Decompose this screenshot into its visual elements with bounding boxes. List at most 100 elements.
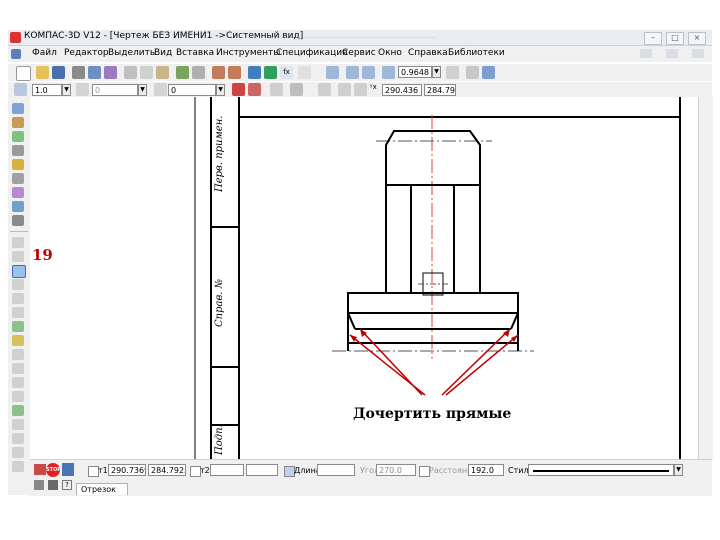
- layer-dropdown-icon[interactable]: ▼: [138, 84, 147, 96]
- snap-icon[interactable]: [248, 83, 261, 96]
- menu-help[interactable]: Справка: [408, 48, 448, 58]
- palette-measure-icon[interactable]: [12, 173, 24, 184]
- paste-icon[interactable]: [156, 66, 169, 79]
- bezier-tool-icon[interactable]: [12, 349, 24, 360]
- drawing-canvas[interactable]: Перв. примен. Справ. № Подп. 19 Дочертит…: [30, 97, 698, 459]
- distance-field[interactable]: 192.0: [468, 464, 504, 476]
- cursor-x-field[interactable]: 290.436: [382, 84, 422, 96]
- step-field[interactable]: 1.0: [32, 84, 62, 96]
- copy-icon[interactable]: [140, 66, 153, 79]
- redo-icon[interactable]: [228, 66, 241, 79]
- zoom-in-icon[interactable]: [346, 66, 359, 79]
- palette-selection-icon[interactable]: [12, 187, 24, 198]
- zoom-window-icon[interactable]: [326, 66, 339, 79]
- menu-tools[interactable]: Инструменты: [216, 48, 280, 58]
- auxiliary-line-icon[interactable]: [12, 251, 24, 262]
- cursor-y-field[interactable]: 284.79: [424, 84, 456, 96]
- polygon-tool-icon[interactable]: [12, 405, 24, 416]
- t2-y-field[interactable]: [246, 464, 278, 476]
- fx-icon[interactable]: fx: [280, 66, 293, 79]
- tab-segment[interactable]: Отрезок: [76, 483, 128, 495]
- contour-tool-icon[interactable]: [12, 433, 24, 444]
- new-document-icon[interactable]: [16, 66, 31, 81]
- line-style-dropdown-icon[interactable]: ▼: [674, 464, 683, 476]
- menu-editor[interactable]: Редактор: [64, 48, 109, 58]
- print-icon[interactable]: [72, 66, 85, 79]
- palette-parametrization-icon[interactable]: [12, 159, 24, 170]
- round-icon[interactable]: [338, 83, 351, 96]
- circle-tool-icon[interactable]: [12, 279, 24, 290]
- undo-icon[interactable]: [212, 66, 225, 79]
- pan-icon[interactable]: [446, 66, 459, 79]
- equidistant-tool-icon[interactable]: [12, 447, 24, 458]
- palette-dimension-icon[interactable]: [12, 117, 24, 128]
- t2-x-field[interactable]: [210, 464, 244, 476]
- vertical-scrollbar[interactable]: [698, 97, 713, 459]
- ellipse-tool-icon[interactable]: [12, 307, 24, 318]
- palette-designation-icon[interactable]: [12, 131, 24, 142]
- mdi-minimize-button[interactable]: [640, 49, 652, 58]
- menu-file[interactable]: Файл: [32, 48, 57, 58]
- palette-select-icon[interactable]: [12, 103, 24, 114]
- hatch-tool-icon[interactable]: [12, 419, 24, 430]
- detail-view-icon[interactable]: [482, 66, 495, 79]
- menu-specification[interactable]: Спецификация: [276, 48, 348, 58]
- manager-icon[interactable]: [192, 66, 205, 79]
- auto-create-icon[interactable]: [62, 463, 74, 476]
- arc-tool-icon[interactable]: [12, 293, 24, 304]
- menu-service[interactable]: Сервис: [342, 48, 376, 58]
- maximize-button[interactable]: □: [666, 32, 684, 45]
- document-icon[interactable]: [11, 49, 21, 59]
- t1-x-field[interactable]: 290.7369: [108, 464, 146, 476]
- length-field[interactable]: [317, 464, 355, 476]
- tree-icon[interactable]: [248, 66, 261, 79]
- local-cs-icon[interactable]: [232, 83, 245, 96]
- minimize-button[interactable]: –: [644, 32, 662, 45]
- axes-icon[interactable]: [318, 83, 331, 96]
- preview-icon[interactable]: [88, 66, 101, 79]
- palette-report-icon[interactable]: [12, 201, 24, 212]
- help-icon[interactable]: ?: [62, 480, 72, 490]
- angle-field[interactable]: 270.0: [376, 464, 416, 476]
- close-button[interactable]: ×: [688, 32, 706, 45]
- segment-tool-icon[interactable]: [12, 265, 26, 278]
- menu-select[interactable]: Выделить: [108, 48, 155, 58]
- rectangle-tool-icon[interactable]: [12, 391, 24, 402]
- menu-window[interactable]: Окно: [378, 48, 402, 58]
- point-tool-icon[interactable]: [12, 237, 24, 248]
- collection-tool-icon[interactable]: [12, 461, 24, 472]
- ortho-mode-icon[interactable]: [354, 83, 367, 96]
- menu-insert[interactable]: Вставка: [176, 48, 214, 58]
- palette-edit-icon[interactable]: [12, 145, 24, 156]
- orthogonal-icon[interactable]: [270, 83, 283, 96]
- palette-spec-icon[interactable]: [12, 215, 24, 226]
- style-field[interactable]: 0: [168, 84, 216, 96]
- mdi-restore-button[interactable]: [666, 49, 678, 58]
- format-brush-icon[interactable]: [176, 66, 189, 79]
- open-folder-icon[interactable]: [36, 66, 49, 79]
- chamfer-tool-icon[interactable]: [12, 363, 24, 374]
- zoom-field[interactable]: 0.9648: [398, 66, 432, 78]
- zoom-out-icon[interactable]: [362, 66, 375, 79]
- step-dropdown-icon[interactable]: ▼: [62, 84, 71, 96]
- refresh-icon[interactable]: [466, 66, 479, 79]
- style-dropdown-icon[interactable]: ▼: [216, 84, 225, 96]
- line-style-field[interactable]: [528, 464, 674, 476]
- drawing-svg[interactable]: Перв. примен. Справ. № Подп.: [30, 97, 698, 459]
- menu-view[interactable]: Вид: [154, 48, 172, 58]
- camera-icon[interactable]: [34, 480, 44, 490]
- zoom-dropdown-icon[interactable]: ▼: [432, 66, 441, 78]
- help-cursor-icon[interactable]: [298, 66, 311, 79]
- save-icon[interactable]: [52, 66, 65, 79]
- variables-icon[interactable]: [264, 66, 277, 79]
- zoom-fit-icon[interactable]: [382, 66, 395, 79]
- spline-tool-icon[interactable]: [12, 321, 24, 332]
- cut-icon[interactable]: [124, 66, 137, 79]
- save-object-icon[interactable]: [48, 480, 58, 490]
- layer-field[interactable]: 0: [92, 84, 138, 96]
- properties-icon[interactable]: [104, 66, 117, 79]
- pin-icon[interactable]: [34, 464, 46, 475]
- mdi-close-button[interactable]: [692, 49, 704, 58]
- menu-libraries[interactable]: Библиотеки: [448, 48, 505, 58]
- polyline-tool-icon[interactable]: [12, 335, 24, 346]
